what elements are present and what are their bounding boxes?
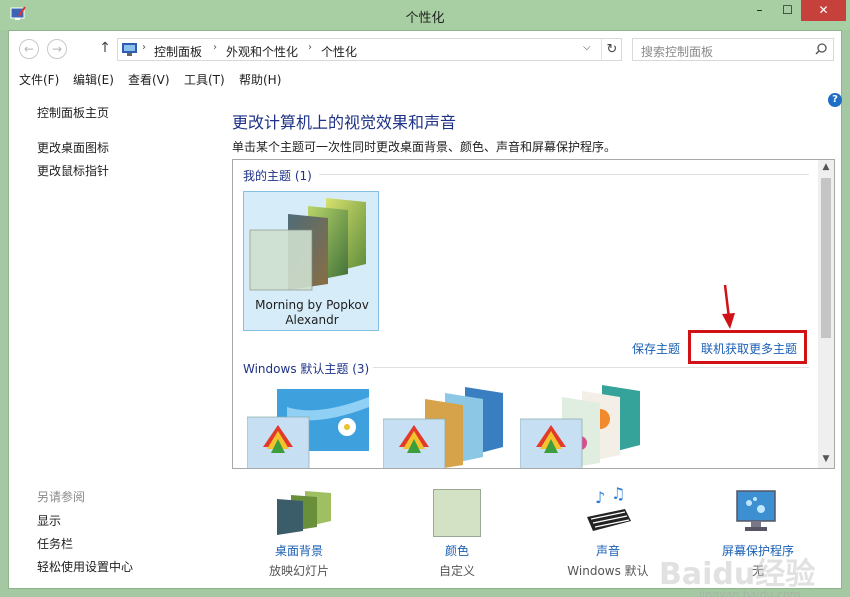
search-placeholder: 搜索控制面板	[641, 45, 714, 59]
scroll-down-icon[interactable]: ▼	[818, 454, 834, 464]
title-bar: 个性化 – ☐ ✕	[0, 0, 850, 30]
minimize-button[interactable]: –	[745, 0, 774, 21]
desktop-background-link[interactable]: 桌面背景	[249, 542, 349, 559]
maximize-button[interactable]: ☐	[774, 0, 801, 21]
windows-themes-label: Windows 默认主题 (3)	[243, 362, 370, 376]
svg-text:♪: ♪	[595, 488, 605, 507]
menu-tools[interactable]: 工具(T)	[184, 71, 225, 88]
nav-change-mouse-pointers[interactable]: 更改鼠标指针	[37, 162, 109, 179]
menu-edit[interactable]: 编辑(E)	[73, 71, 114, 88]
save-theme-link[interactable]: 保存主题	[632, 340, 680, 357]
window-title: 个性化	[405, 11, 445, 26]
page-title: 更改计算机上的视觉效果和声音	[232, 113, 457, 132]
forward-button[interactable]: →	[47, 39, 67, 59]
breadcrumb-separator-icon: ›	[213, 42, 217, 53]
address-bar[interactable]: › 控制面板 › 外观和个性化 › 个性化 ⌵ ↻	[117, 38, 622, 61]
page-description: 单击某个主题可一次性同时更改桌面背景、颜色、声音和屏幕保护程序。	[232, 140, 617, 154]
breadcrumb-separator-icon: ›	[142, 42, 146, 53]
see-also-label: 另请参阅	[37, 490, 86, 504]
help-icon[interactable]: ?	[828, 93, 842, 107]
desktop-background-value: 放映幻灯片	[268, 564, 329, 578]
breadcrumb-personalization[interactable]: 个性化	[321, 43, 357, 60]
nav-display[interactable]: 显示	[37, 512, 61, 529]
theme-list: 我的主题 (1) Morning by Popkov Alexandr 保存主题	[232, 159, 835, 469]
get-more-themes-link[interactable]: 联机获取更多主题	[701, 340, 797, 357]
breadcrumb-control-panel[interactable]: 控制面板	[154, 43, 202, 60]
red-arrow-annotation	[722, 284, 735, 329]
watermark-url: jingyan.baidu.com	[699, 588, 801, 597]
screensaver-icon	[736, 490, 776, 531]
menu-bar: 文件(F) 编辑(E) 查看(V) 工具(T) 帮助(H)	[9, 67, 841, 89]
baidu-watermark: Baidu经验	[659, 557, 816, 592]
refresh-icon[interactable]: ↻	[601, 39, 622, 60]
theme-tile-morning[interactable]: Morning by Popkov Alexandr	[243, 191, 379, 331]
group-divider	[319, 174, 809, 175]
svg-text:♫: ♫	[611, 487, 625, 503]
control-panel-icon	[122, 43, 137, 56]
sound-icon: ♪ ♫	[587, 487, 631, 531]
back-button[interactable]: ←	[19, 39, 39, 59]
up-button[interactable]: ↑	[95, 39, 115, 59]
scroll-up-icon[interactable]: ▲	[818, 162, 834, 172]
sound-link[interactable]: 声音	[558, 542, 658, 559]
search-icon[interactable]	[815, 43, 827, 55]
my-themes-label: 我的主题 (1)	[243, 169, 312, 183]
window-frame: ← → ↑ › 控制面板 › 外观和个性化 › 个性化 ⌵ ↻ 搜索控制面板 文…	[8, 30, 842, 597]
desktop-background-icon	[277, 491, 331, 535]
menu-view[interactable]: 查看(V)	[128, 71, 170, 88]
theme-tile-flowers[interactable]	[520, 383, 650, 469]
scroll-thumb[interactable]	[821, 178, 831, 338]
nav-ease-of-access[interactable]: 轻松使用设置中心	[37, 558, 133, 575]
scrollbar[interactable]: ▲ ▼	[818, 160, 834, 468]
theme-tile-lines-and-colors[interactable]	[383, 385, 513, 469]
color-value: 自定义	[438, 564, 475, 578]
theme-name: Morning by Popkov Alexandr	[255, 298, 369, 327]
color-link[interactable]: 颜色	[407, 542, 507, 559]
nav-control-panel-home[interactable]: 控制面板主页	[37, 104, 109, 121]
chevron-down-icon[interactable]: ⌵	[583, 42, 591, 53]
sound-value: Windows 默认	[567, 564, 649, 578]
nav-taskbar[interactable]: 任务栏	[37, 535, 73, 552]
breadcrumb-appearance[interactable]: 外观和个性化	[226, 43, 298, 60]
breadcrumb-separator-icon: ›	[308, 42, 312, 53]
menu-help[interactable]: 帮助(H)	[239, 71, 281, 88]
theme-thumbnail	[249, 198, 366, 291]
close-button[interactable]: ✕	[801, 0, 846, 21]
menu-file[interactable]: 文件(F)	[19, 71, 59, 88]
color-swatch-icon	[433, 489, 481, 537]
theme-tile-windows[interactable]	[247, 387, 371, 469]
search-input[interactable]: 搜索控制面板	[632, 38, 834, 61]
nav-change-desktop-icons[interactable]: 更改桌面图标	[37, 139, 109, 156]
group-divider	[373, 367, 809, 368]
navigation-bar: ← → ↑ › 控制面板 › 外观和个性化 › 个性化 ⌵ ↻ 搜索控制面板	[9, 31, 841, 67]
